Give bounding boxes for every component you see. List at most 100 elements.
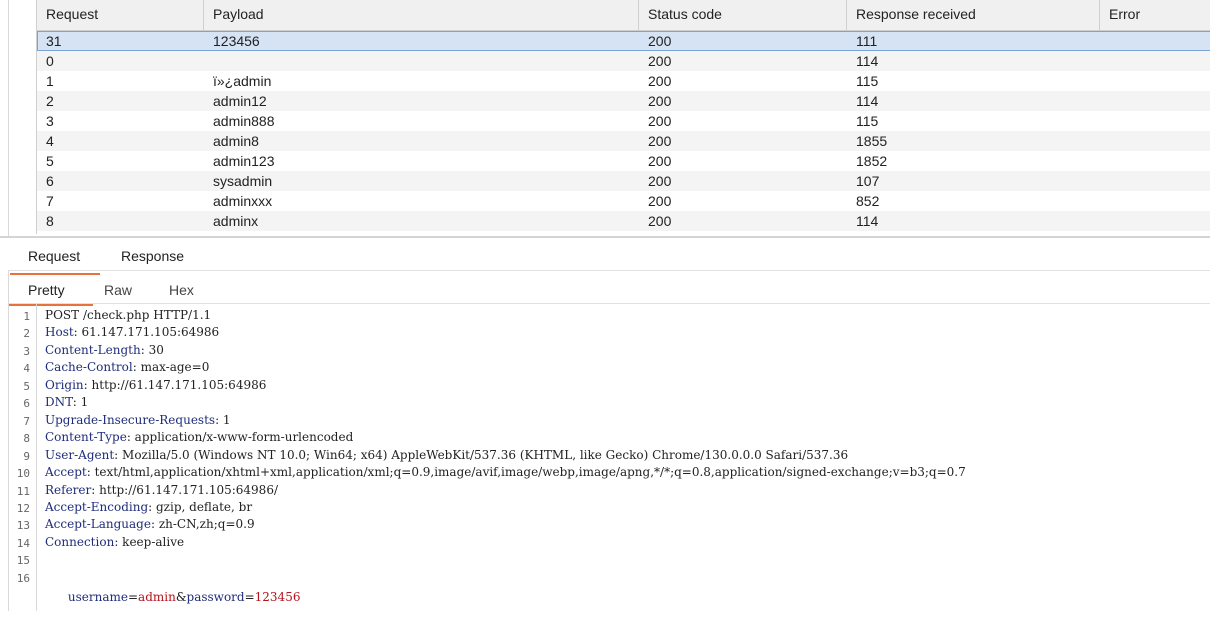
tab-hex[interactable]: Hex bbox=[169, 282, 194, 298]
table-row[interactable]: 31 123456 200 111 bbox=[37, 31, 1210, 51]
cell-status-code: 200 bbox=[648, 113, 672, 129]
header-name: Upgrade-Insecure-Requests bbox=[45, 412, 216, 427]
header-line: Content-Type: application/x-www-form-url… bbox=[45, 430, 354, 445]
header-name: Origin bbox=[45, 377, 84, 392]
body-equals: = bbox=[244, 590, 255, 604]
body-ampersand: & bbox=[175, 590, 187, 604]
body-param-value: 123456 bbox=[254, 590, 301, 604]
line-number: 13 bbox=[16, 519, 30, 533]
line-number: 14 bbox=[16, 536, 30, 550]
column-header-response-received[interactable]: Response received bbox=[847, 0, 1100, 30]
line-number: 11 bbox=[16, 484, 30, 498]
cell-request: 3 bbox=[46, 113, 54, 129]
cell-request: 8 bbox=[46, 213, 54, 229]
header-line: Accept-Encoding: gzip, deflate, br bbox=[45, 499, 253, 514]
line-number: 15 bbox=[16, 554, 30, 568]
header-line: Host: 61.147.171.105:64986 bbox=[45, 325, 220, 340]
cell-status-code: 200 bbox=[648, 33, 672, 49]
table-row[interactable]: 7 adminxxx 200 852 bbox=[37, 191, 1210, 211]
header-name: Content-Length bbox=[45, 342, 141, 357]
header-value: http://61.147.171.105:64986/ bbox=[99, 482, 278, 497]
cell-payload: adminx bbox=[213, 213, 259, 229]
cell-status-code: 200 bbox=[648, 213, 672, 229]
header-name: Accept-Encoding bbox=[45, 499, 149, 514]
cell-payload: admin888 bbox=[213, 113, 275, 129]
table-row[interactable]: 3 admin888 200 115 bbox=[37, 111, 1210, 131]
header-value: Mozilla/5.0 (Windows NT 10.0; Win64; x64… bbox=[122, 447, 849, 462]
header-line: User-Agent: Mozilla/5.0 (Windows NT 10.0… bbox=[45, 447, 849, 462]
cell-response-received: 115 bbox=[856, 73, 879, 89]
header-value: 30 bbox=[148, 342, 164, 357]
column-header-status-code[interactable]: Status code bbox=[639, 0, 847, 30]
header-name: Content-Type bbox=[45, 430, 127, 445]
message-tabs: Request Response bbox=[8, 238, 1210, 275]
header-name: Connection bbox=[45, 534, 115, 549]
cell-status-code: 200 bbox=[648, 173, 672, 189]
line-number: 4 bbox=[23, 362, 30, 376]
header-value: 61.147.171.105:64986 bbox=[81, 325, 220, 340]
cell-response-received: 852 bbox=[856, 193, 880, 209]
cell-request: 4 bbox=[46, 133, 54, 149]
body-param-key: username bbox=[67, 590, 128, 604]
cell-response-received: 114 bbox=[856, 53, 879, 69]
cell-response-received: 1852 bbox=[856, 153, 888, 169]
tab-response[interactable]: Response bbox=[121, 248, 184, 264]
cell-request: 0 bbox=[46, 53, 54, 69]
line-number: 3 bbox=[23, 344, 30, 358]
table-row[interactable]: 4 admin8 200 1855 bbox=[37, 131, 1210, 151]
header-name: Accept bbox=[45, 465, 87, 480]
header-line: Upgrade-Insecure-Requests: 1 bbox=[45, 412, 231, 427]
request-body-line: username=admin&password=123456 bbox=[45, 576, 301, 618]
column-header-payload[interactable]: Payload bbox=[204, 0, 639, 30]
header-line: DNT: 1 bbox=[45, 395, 89, 410]
cell-response-received: 111 bbox=[856, 33, 878, 49]
cell-error bbox=[1100, 111, 1210, 131]
header-name: DNT bbox=[45, 395, 73, 410]
cell-request: 6 bbox=[46, 173, 54, 189]
table-row[interactable]: 0 200 114 bbox=[37, 51, 1210, 71]
table-row[interactable]: 5 admin123 200 1852 bbox=[37, 151, 1210, 171]
line-number-gutter: 1 2 3 4 5 6 7 8 9 10 11 12 13 14 15 16 bbox=[8, 304, 37, 611]
header-value: 1 bbox=[222, 412, 231, 427]
view-tabs: Pretty Raw Hex bbox=[8, 271, 1210, 306]
table-row[interactable]: 6 sysadmin 200 107 bbox=[37, 171, 1210, 191]
cell-error bbox=[1100, 51, 1210, 71]
header-value: text/html,application/xhtml+xml,applicat… bbox=[94, 465, 966, 480]
cell-error bbox=[1100, 71, 1210, 91]
cell-status-code: 200 bbox=[648, 93, 672, 109]
cell-status-code: 200 bbox=[648, 193, 672, 209]
cell-payload: adminxxx bbox=[213, 193, 273, 209]
results-table: Request Payload Status code Response rec… bbox=[36, 0, 1210, 234]
cell-response-received: 107 bbox=[856, 173, 880, 189]
table-header: Request Payload Status code Response rec… bbox=[37, 0, 1210, 31]
header-name: Accept-Language bbox=[45, 517, 151, 532]
header-value: 1 bbox=[80, 395, 89, 410]
cell-payload: admin12 bbox=[213, 93, 267, 109]
header-line: Origin: http://61.147.171.105:64986 bbox=[45, 377, 267, 392]
column-header-request[interactable]: Request bbox=[37, 0, 204, 30]
line-number: 7 bbox=[23, 414, 30, 428]
header-value: gzip, deflate, br bbox=[156, 499, 253, 514]
table-body: 31 123456 200 111 0 200 114 1 ï»¿admin 200 115 2 adm… bbox=[37, 31, 1210, 231]
header-value: http://61.147.171.105:64986 bbox=[91, 377, 267, 392]
cell-response-received: 1855 bbox=[856, 133, 888, 149]
cell-error bbox=[1100, 131, 1210, 151]
table-row[interactable]: 8 adminx 200 114 bbox=[37, 211, 1210, 231]
tab-pretty[interactable]: Pretty bbox=[9, 282, 92, 306]
tab-raw[interactable]: Raw bbox=[104, 282, 132, 298]
header-line: Content-Length: 30 bbox=[45, 342, 164, 357]
body-param-value: admin bbox=[138, 590, 176, 604]
cell-error bbox=[1100, 31, 1210, 51]
table-row[interactable]: 2 admin12 200 114 bbox=[37, 91, 1210, 111]
table-row[interactable]: 1 ï»¿admin 200 115 bbox=[37, 71, 1210, 91]
cell-payload bbox=[204, 51, 639, 71]
tab-request[interactable]: Request bbox=[9, 248, 101, 275]
header-line: Accept: text/html,application/xhtml+xml,… bbox=[45, 465, 966, 480]
header-value: zh-CN,zh;q=0.9 bbox=[158, 517, 255, 532]
cell-payload: ï»¿admin bbox=[213, 73, 272, 89]
line-number: 16 bbox=[16, 571, 30, 585]
request-editor[interactable]: 1 2 3 4 5 6 7 8 9 10 11 12 13 14 15 16 POST /check.php … bbox=[8, 304, 1210, 611]
column-header-error[interactable]: Error bbox=[1100, 0, 1210, 30]
cell-error bbox=[1100, 171, 1210, 191]
body-param-key: password bbox=[186, 590, 245, 604]
